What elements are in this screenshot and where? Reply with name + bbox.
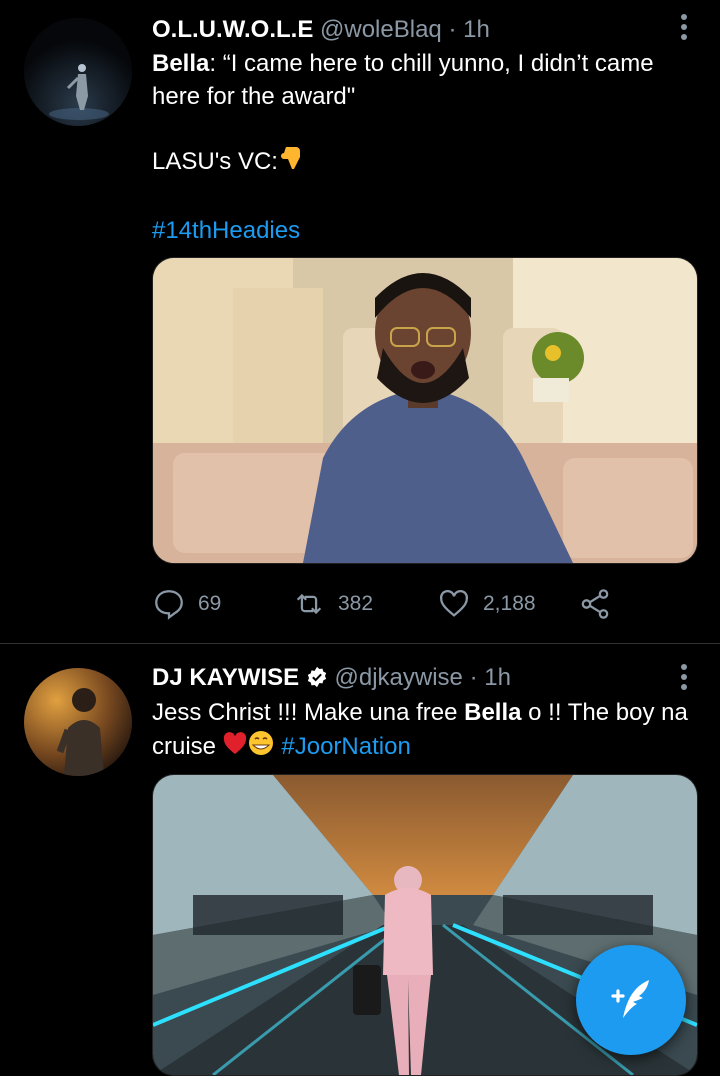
hashtag-link[interactable]: #14thHeadies <box>152 214 697 247</box>
more-options-icon[interactable] <box>678 664 690 694</box>
pointing-down-emoji <box>278 143 308 182</box>
tweet-text-part1: Jess Christ !!! Make una free <box>152 699 465 726</box>
handle[interactable]: @djkaywise <box>335 664 463 691</box>
reply-button[interactable]: 69 <box>152 584 221 624</box>
tweet-header: DJ KAYWISE @djkaywise · 1h <box>152 658 511 698</box>
timestamp[interactable]: · 1h <box>470 664 511 691</box>
bold-name: Bella <box>464 699 522 726</box>
share-button[interactable] <box>578 584 612 624</box>
compose-tweet-button[interactable] <box>576 945 686 1055</box>
verified-badge-icon <box>306 661 328 701</box>
like-button[interactable]: 2,188 <box>437 584 536 624</box>
tweet-header: O.L.U.W.O.L.E @woleBlaq · 1h <box>152 10 490 50</box>
tweet-text: Jess Christ !!! Make una free Bella o !!… <box>152 696 697 766</box>
reply-count: 69 <box>198 592 222 615</box>
retweet-icon <box>296 593 322 615</box>
handle[interactable]: @woleBlaq <box>320 16 442 43</box>
heart-and-grin-emoji <box>223 729 275 766</box>
display-name[interactable]: O.L.U.W.O.L.E <box>152 16 313 43</box>
retweet-count: 382 <box>338 592 374 615</box>
compose-tweet-icon <box>611 980 649 1018</box>
display-name[interactable]: DJ KAYWISE <box>152 664 299 691</box>
tweet-text-rest: : “I came here to chill yunno, I didn’t … <box>152 50 654 110</box>
retweet-button[interactable]: 382 <box>292 584 373 624</box>
avatar[interactable] <box>24 668 132 776</box>
timestamp[interactable]: · 1h <box>448 16 489 43</box>
reply-icon <box>155 590 183 620</box>
hashtag-link[interactable]: #JoorNation <box>281 733 410 760</box>
line2-text: LASU's VC: <box>152 147 278 175</box>
tweet-1[interactable]: O.L.U.W.O.L.E @woleBlaq · 1h Bella: “I c… <box>0 0 720 640</box>
heart-icon <box>439 589 469 617</box>
tweet-media-image[interactable] <box>152 257 698 564</box>
bold-name: Bella <box>152 50 210 77</box>
tweet-text: Bella: “I came here to chill yunno, I di… <box>152 47 697 247</box>
like-count: 2,188 <box>483 592 536 615</box>
tweet-actions: 69 382 2,188 <box>152 584 672 624</box>
more-options-icon[interactable] <box>678 14 690 44</box>
tweet-text-line2: LASU's VC: <box>152 143 697 182</box>
avatar[interactable] <box>24 18 132 126</box>
share-icon <box>581 589 609 619</box>
